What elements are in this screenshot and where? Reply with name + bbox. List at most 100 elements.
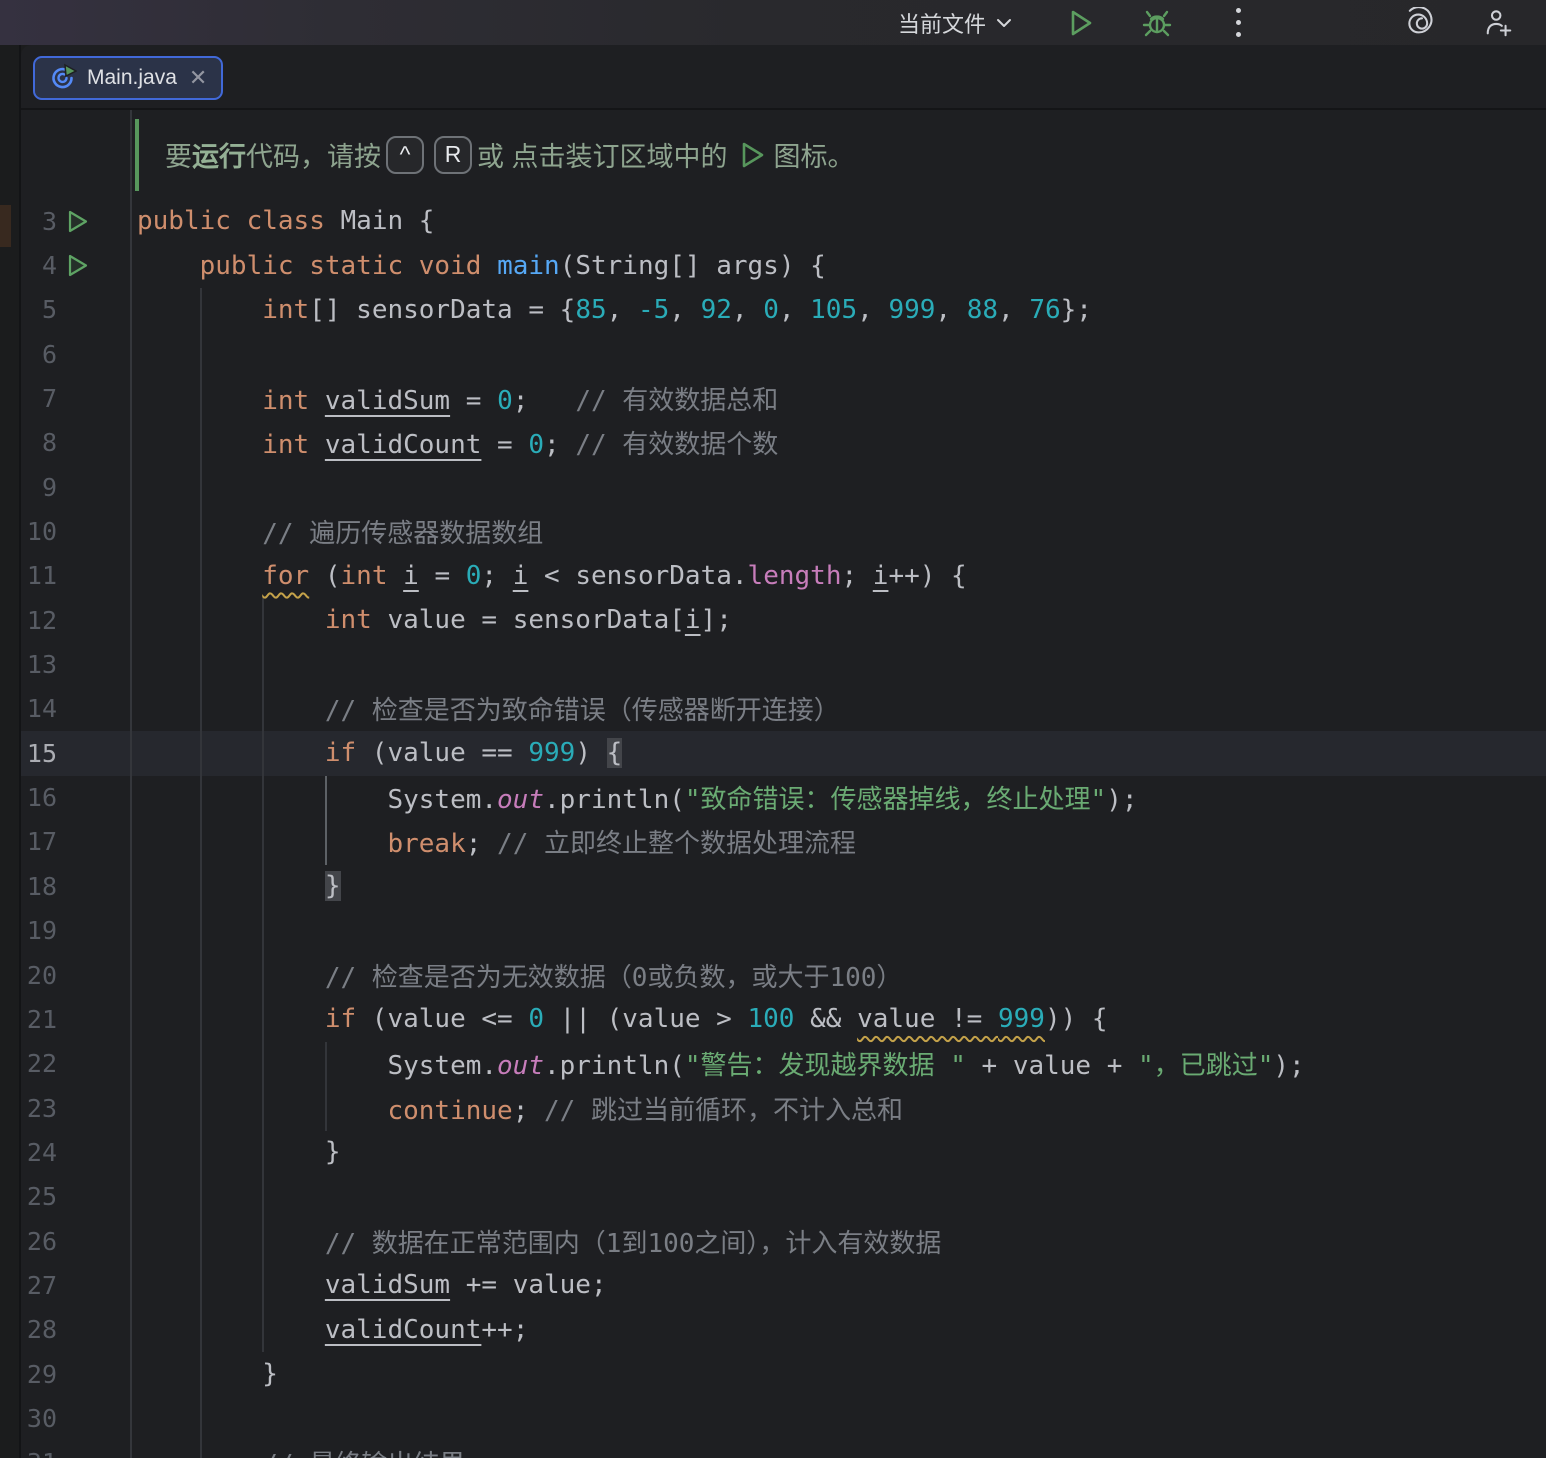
code-text: System.out.println("警告：发现越界数据 " + value …: [130, 1045, 1305, 1082]
code-line[interactable]: 12 int value = sensorData[i];: [21, 598, 1546, 642]
code-line[interactable]: 5 int[] sensorData = {85, -5, 92, 0, 105…: [21, 288, 1546, 332]
code-line[interactable]: 8 int validCount = 0; // 有效数据个数: [21, 421, 1546, 465]
editor-tab-bar: Main.java ✕: [21, 45, 1546, 110]
code-text: public static void main(String[] args) {: [130, 251, 826, 281]
banner-segment: 或 点击装订区域中的: [477, 135, 728, 174]
line-number[interactable]: 10: [21, 517, 57, 546]
debug-icon: [1142, 7, 1172, 39]
code-line[interactable]: 3 public class Main {: [21, 199, 1546, 243]
banner-accent-bar: [135, 119, 139, 191]
line-number[interactable]: 12: [21, 606, 57, 635]
code-line[interactable]: 17 break; // 立即终止整个数据处理流程: [21, 820, 1546, 864]
line-number[interactable]: 23: [21, 1094, 57, 1123]
code-line[interactable]: 11 for (int i = 0; i < sensorData.length…: [21, 554, 1546, 598]
left-tool-window-stripe: [0, 45, 21, 1458]
line-number[interactable]: 7: [21, 384, 57, 413]
code-line[interactable]: 29 }: [21, 1352, 1546, 1396]
editor-panel: Main.java ✕ 要运行代码，请按 ^R 或 点击装订区域中的 图标。 3…: [21, 45, 1546, 1458]
code-line[interactable]: 18 }: [21, 864, 1546, 908]
line-number[interactable]: 5: [21, 295, 57, 324]
ai-assistant-button[interactable]: [1405, 6, 1439, 40]
gutter-run-icon[interactable]: [57, 252, 130, 279]
code-text: validSum += value;: [130, 1270, 607, 1300]
line-number[interactable]: 28: [21, 1315, 57, 1344]
code-line[interactable]: 7 int validSum = 0; // 有效数据总和: [21, 376, 1546, 420]
run-button[interactable]: [1063, 6, 1097, 40]
code-line[interactable]: 30: [21, 1396, 1546, 1440]
keycap: ^: [386, 136, 424, 174]
code-text: }: [130, 871, 341, 901]
code-text: break; // 立即终止整个数据处理流程: [130, 823, 856, 860]
code-line[interactable]: 6: [21, 332, 1546, 376]
code-line[interactable]: 15 if (value == 999) {: [21, 731, 1546, 775]
line-number[interactable]: 20: [21, 961, 57, 990]
code-line[interactable]: 28 validCount++;: [21, 1308, 1546, 1352]
code-line[interactable]: 20 // 检查是否为无效数据（0或负数，或大于100）: [21, 953, 1546, 997]
code-with-me-button[interactable]: [1482, 6, 1516, 40]
code-line[interactable]: 21 if (value <= 0 || (value > 100 && val…: [21, 997, 1546, 1041]
line-number[interactable]: 24: [21, 1138, 57, 1167]
line-number[interactable]: 4: [21, 251, 57, 280]
run-hint-banner: 要运行代码，请按 ^R 或 点击装订区域中的 图标。: [21, 110, 1546, 199]
more-options-button[interactable]: [1221, 6, 1255, 40]
line-number[interactable]: 26: [21, 1227, 57, 1256]
code-line[interactable]: 27 validSum += value;: [21, 1263, 1546, 1307]
code-text: for (int i = 0; i < sensorData.length; i…: [130, 561, 967, 591]
line-number[interactable]: 16: [21, 783, 57, 812]
line-number[interactable]: 17: [21, 827, 57, 856]
banner-segment: 要: [165, 135, 192, 174]
line-number[interactable]: 22: [21, 1049, 57, 1078]
line-number[interactable]: 13: [21, 650, 57, 679]
main-toolbar: 当前文件: [0, 0, 1546, 45]
close-icon[interactable]: ✕: [189, 67, 207, 89]
line-number[interactable]: 9: [21, 473, 57, 502]
gutter-run-icon[interactable]: [57, 208, 130, 235]
line-number[interactable]: 29: [21, 1360, 57, 1389]
java-run-class-icon: [49, 63, 77, 93]
line-number[interactable]: 14: [21, 694, 57, 723]
tab-main-java[interactable]: Main.java ✕: [33, 56, 223, 100]
debug-button[interactable]: [1140, 6, 1174, 40]
code-line[interactable]: 26 // 数据在正常范围内（1到100之间），计入有效数据: [21, 1219, 1546, 1263]
keycap: R: [434, 136, 472, 174]
line-number[interactable]: 31: [21, 1448, 57, 1458]
code-text: // 数据在正常范围内（1到100之间），计入有效数据: [130, 1223, 941, 1260]
tool-window-stripe-marker[interactable]: [0, 205, 11, 247]
code-line[interactable]: 16 System.out.println("致命错误：传感器掉线，终止处理")…: [21, 775, 1546, 819]
line-number[interactable]: 25: [21, 1182, 57, 1211]
line-number[interactable]: 15: [21, 739, 57, 768]
code-line[interactable]: 10 // 遍历传感器数据数组: [21, 509, 1546, 553]
code-text: }: [130, 1359, 278, 1389]
run-icon: [1065, 7, 1095, 39]
code-line[interactable]: 19: [21, 909, 1546, 953]
add-user-icon: [1484, 7, 1514, 39]
line-number[interactable]: 21: [21, 1005, 57, 1034]
code-line[interactable]: 25: [21, 1175, 1546, 1219]
line-number[interactable]: 30: [21, 1404, 57, 1433]
line-number[interactable]: 11: [21, 561, 57, 590]
editor-rows: 3 public class Main { 4 public static void…: [21, 199, 1546, 1458]
line-number[interactable]: 27: [21, 1271, 57, 1300]
tab-label: Main.java: [87, 66, 177, 90]
banner-segment: 代码，请按: [246, 135, 381, 174]
code-text: public class Main {: [130, 206, 434, 236]
line-number[interactable]: 18: [21, 872, 57, 901]
code-line[interactable]: 9: [21, 465, 1546, 509]
code-text: if (value <= 0 || (value > 100 && value …: [130, 1004, 1108, 1034]
code-line[interactable]: 24 }: [21, 1130, 1546, 1174]
banner-segment: 图标。: [774, 135, 855, 174]
line-number[interactable]: 6: [21, 340, 57, 369]
code-line[interactable]: 13: [21, 642, 1546, 686]
code-line[interactable]: 14 // 检查是否为致命错误（传感器断开连接）: [21, 687, 1546, 731]
code-editor[interactable]: 要运行代码，请按 ^R 或 点击装订区域中的 图标。 3public class…: [21, 110, 1546, 1458]
line-number[interactable]: 3: [21, 207, 57, 236]
line-number[interactable]: 8: [21, 428, 57, 457]
code-line[interactable]: 22 System.out.println("警告：发现越界数据 " + val…: [21, 1042, 1546, 1086]
run-configuration-selector[interactable]: 当前文件: [898, 7, 1012, 39]
code-line[interactable]: 31 // 最终输出结果: [21, 1441, 1546, 1458]
line-number[interactable]: 19: [21, 916, 57, 945]
code-text: continue; // 跳过当前循环，不计入总和: [130, 1090, 903, 1127]
code-line[interactable]: 4 public static void main(String[] args)…: [21, 243, 1546, 287]
code-text: int validSum = 0; // 有效数据总和: [130, 380, 778, 417]
code-line[interactable]: 23 continue; // 跳过当前循环，不计入总和: [21, 1086, 1546, 1130]
